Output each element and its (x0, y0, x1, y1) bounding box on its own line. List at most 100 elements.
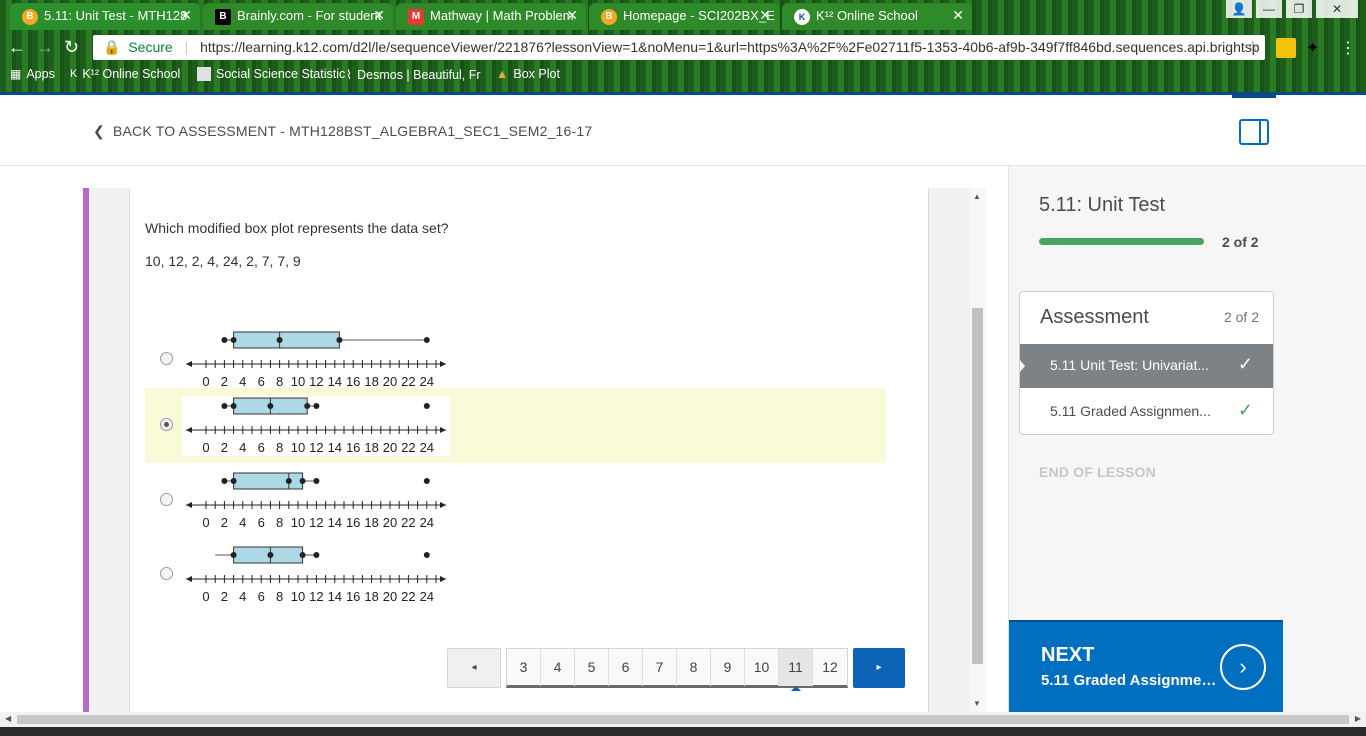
answer-option[interactable]: 0 2 4 6 8 10 12 14 16 18 20 22 24 (145, 388, 886, 463)
sidebar-item-label: 5.11 Unit Test: Univariat... (1050, 357, 1209, 373)
previous-page-button[interactable]: ◂ (447, 648, 501, 688)
sidebar-item-unit-test[interactable]: 5.11 Unit Test: Univariat... ✓ (1020, 344, 1273, 388)
scroll-down-icon[interactable]: ▼ (973, 699, 981, 708)
forward-arrow-icon[interactable]: → (36, 37, 54, 58)
horizontal-scrollbar[interactable]: ◀ ▶ (0, 712, 1366, 727)
extension-notes-icon[interactable] (1276, 38, 1296, 58)
question-pager: ◂ 3 4 5 6 7 8 9 10 11 12 ▸ (447, 648, 905, 691)
page-button[interactable]: 3 (507, 649, 541, 686)
tick-label: 20 (382, 374, 398, 389)
tick-label: 0 (202, 374, 210, 389)
back-arrow-icon[interactable]: ← (8, 37, 26, 58)
page-button[interactable]: 6 (609, 649, 643, 686)
next-page-button[interactable]: ▸ (853, 648, 905, 688)
page-button[interactable]: 12 (813, 649, 847, 686)
page-button[interactable]: 4 (541, 649, 575, 686)
menu-icon[interactable]: ⋮ (1340, 38, 1360, 58)
tick-label: 10 (290, 440, 306, 455)
bookmark-label: Box Plot (513, 67, 560, 81)
bookmark-label: Desmos | Beautiful, Fr (357, 67, 481, 82)
scroll-thumb[interactable] (17, 715, 1349, 724)
back-to-assessment-link[interactable]: ❮ BACK TO ASSESSMENT - MTH128BST_ALGEBRA1… (93, 123, 592, 140)
reload-icon[interactable]: ↻ (64, 37, 79, 58)
page-button[interactable]: 8 (677, 649, 711, 686)
tick-label: 12 (309, 440, 324, 455)
scroll-left-icon[interactable]: ◀ (5, 714, 11, 723)
arrow-right (440, 502, 446, 508)
tab-mathway[interactable]: M Mathway | Math Problem ✕ (396, 3, 586, 30)
taskbar (0, 727, 1366, 736)
answer-option[interactable]: 0 2 4 6 8 10 12 14 16 18 20 22 24 (145, 537, 886, 612)
scroll-thumb[interactable] (972, 308, 983, 664)
divider: | (184, 39, 189, 55)
back-label: BACK TO ASSESSMENT - MTH128BST_ALGEBRA1_… (112, 123, 593, 139)
answer-option[interactable]: 0 2 4 6 8 10 12 14 16 18 20 22 24 (145, 463, 886, 538)
tick-label: 18 (364, 440, 379, 455)
assessment-card: Assessment 2 of 2 5.11 Unit Test: Univar… (1019, 291, 1274, 435)
page-button[interactable]: 7 (643, 649, 677, 686)
data-point (221, 403, 228, 409)
tab-unit-test[interactable]: B 5.11: Unit Test - MTH128 ✕ (10, 3, 200, 30)
tick-label: 24 (419, 440, 435, 455)
address-bar[interactable]: 🔒 Secure | https://learning.k12.com/d2l/… (93, 35, 1265, 60)
sidebar-item-graded-assignment[interactable]: 5.11 Graded Assignmen... ✓ (1020, 390, 1273, 434)
tick-label: 6 (257, 374, 265, 389)
main-content: Which modified box plot represents the d… (0, 166, 1008, 712)
tick-label: 10 (290, 374, 306, 389)
bookmark-k12[interactable]: K K¹² Online School (70, 67, 180, 81)
arrow-left (186, 427, 192, 433)
tick-label: 14 (327, 589, 343, 604)
tab-title: Mathway | Math Problem (430, 8, 574, 23)
radio-button[interactable] (160, 352, 173, 365)
next-button[interactable]: NEXT 5.11 Graded Assignmen... › (1009, 620, 1283, 712)
radio-button[interactable] (160, 418, 173, 431)
restore-icon[interactable]: ❐ (1286, 0, 1312, 18)
close-tab-icon[interactable]: ✕ (180, 7, 192, 24)
page-button[interactable]: 5 (575, 649, 609, 686)
close-window-icon[interactable]: ✕ (1316, 0, 1358, 18)
bookmark-star-icon[interactable]: ☆ (1246, 38, 1259, 55)
bookmark-desmos[interactable]: ⌇ Desmos | Beautiful, Fr (346, 67, 481, 83)
data-point (221, 337, 228, 343)
page-button[interactable]: 11 (779, 649, 813, 691)
bookmark-box-plot[interactable]: ▲ Box Plot (496, 67, 560, 81)
radio-button[interactable] (160, 567, 173, 580)
scroll-up-icon[interactable]: ▲ (973, 192, 981, 201)
tab-k12[interactable]: K K¹² Online School ✕ (782, 3, 972, 30)
tick-label: 22 (401, 515, 416, 530)
radio-button[interactable] (160, 493, 173, 506)
tick-label: 20 (382, 440, 398, 455)
app-header: ❮ BACK TO ASSESSMENT - MTH128BST_ALGEBRA1… (0, 92, 1366, 166)
card-title: Assessment (1040, 306, 1149, 328)
chevron-right-icon: › (1220, 644, 1266, 690)
page-list: 3 4 5 6 7 8 9 10 11 12 (506, 648, 848, 691)
tick-label: 0 (202, 440, 210, 455)
checkmark-icon: ✓ (1237, 400, 1253, 420)
tab-brainly[interactable]: B Brainly.com - For student ✕ (203, 3, 393, 30)
tick-label: 6 (257, 589, 265, 604)
extension-icon[interactable]: ✦ (1306, 38, 1326, 58)
scroll-right-icon[interactable]: ▶ (1355, 714, 1361, 723)
bookmark-social-science[interactable]: Social Science Statistic (197, 67, 345, 81)
tick-label: 10 (290, 589, 306, 604)
bookmark-apps[interactable]: ▦ Apps (10, 67, 55, 81)
tick-label: 4 (239, 589, 247, 604)
tab-homepage[interactable]: B Homepage - SCI202BX_E ✕ (589, 3, 779, 30)
close-tab-icon[interactable]: ✕ (373, 7, 385, 24)
minimize-icon[interactable]: — (1256, 0, 1282, 18)
page-button[interactable]: 9 (711, 649, 745, 686)
vertical-scrollbar[interactable]: ▲ ▼ (970, 188, 986, 712)
panel-toggle-icon[interactable] (1239, 119, 1269, 145)
close-tab-icon[interactable]: ✕ (952, 7, 964, 24)
lesson-sidebar: 5.11: Unit Test 2 of 2 Assessment 2 of 2… (1008, 166, 1366, 712)
tick-label: 2 (220, 589, 229, 604)
profile-icon[interactable]: 👤 (1226, 0, 1252, 18)
answer-option[interactable]: 0 2 4 6 8 10 12 14 16 18 20 22 24 (145, 322, 886, 397)
close-tab-icon[interactable]: ✕ (566, 7, 578, 24)
box-plot-icon: ▲ (496, 67, 509, 81)
secure-label: Secure (128, 39, 173, 55)
page-button[interactable]: 10 (745, 649, 779, 686)
tick-label: 16 (345, 515, 361, 530)
close-tab-icon[interactable]: ✕ (759, 7, 771, 24)
data-point (313, 478, 320, 484)
